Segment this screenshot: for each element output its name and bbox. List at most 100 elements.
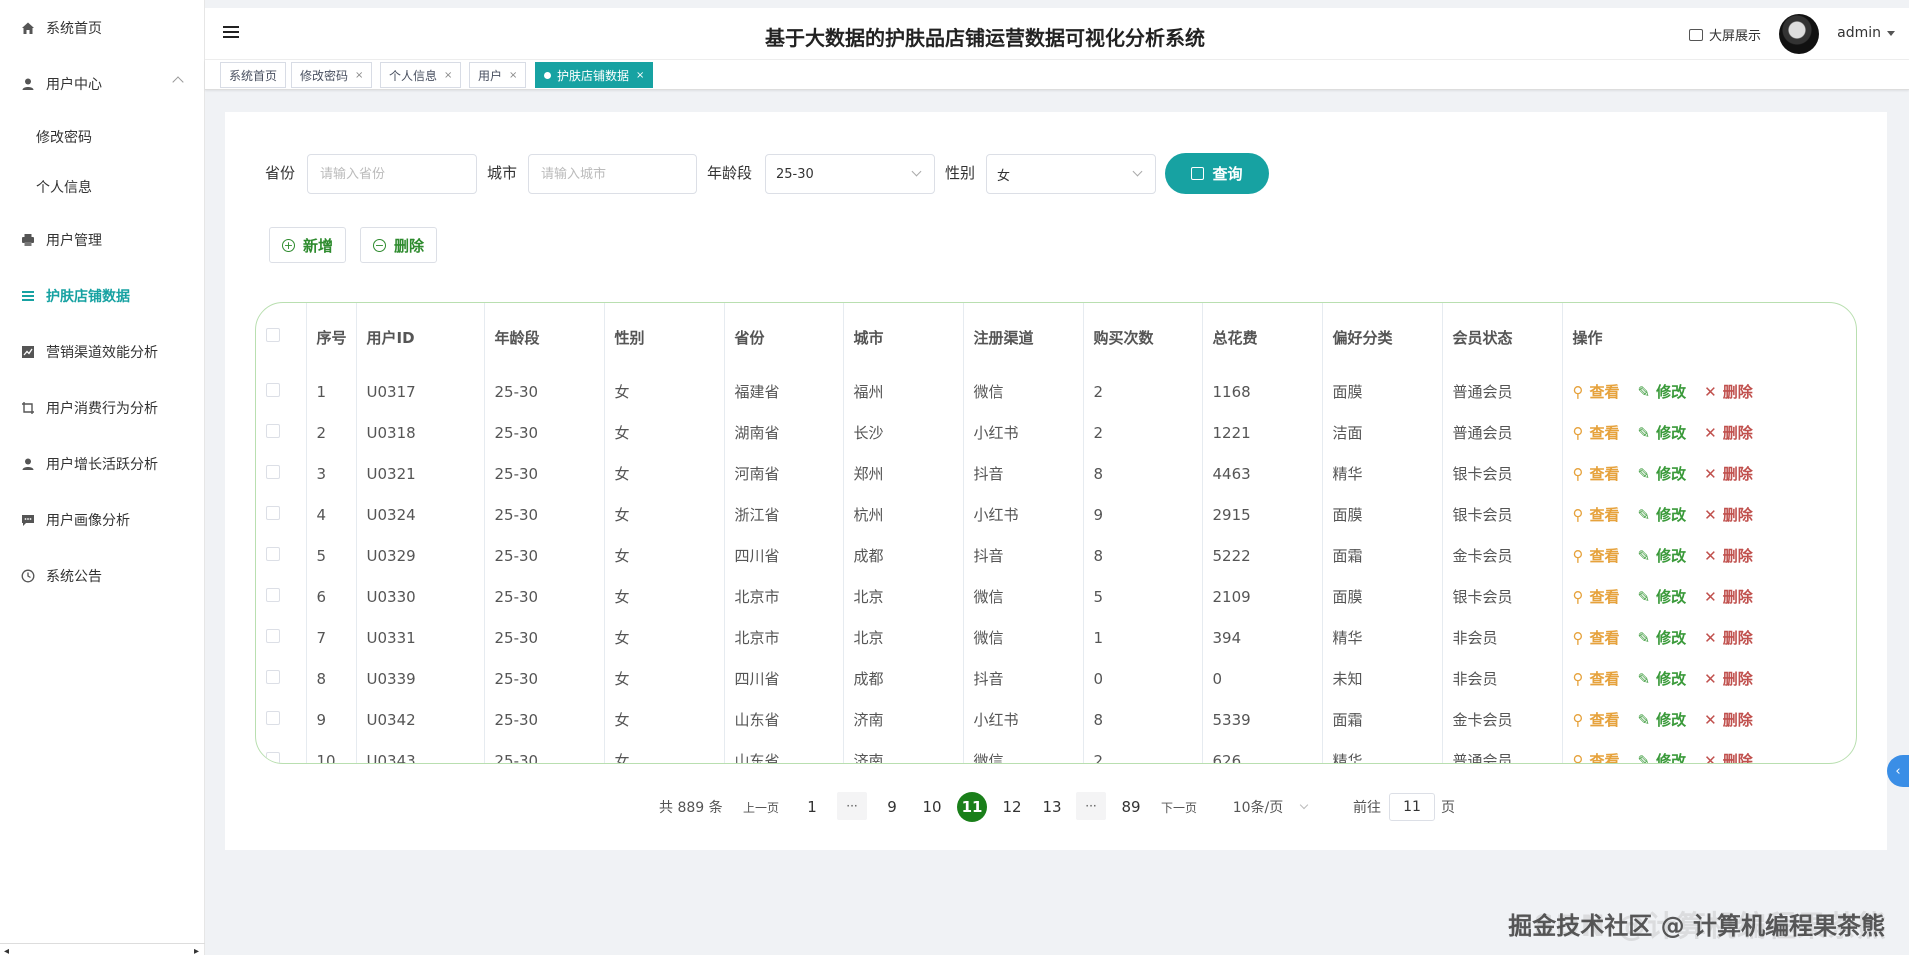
row-checkbox[interactable] [266, 669, 280, 684]
page-number-current[interactable]: 11 [957, 792, 987, 822]
delete-row-button[interactable]: ✕ 删除 [1704, 668, 1753, 689]
province-input[interactable] [307, 154, 477, 194]
page-jump-input[interactable] [1389, 793, 1435, 821]
city-input[interactable] [528, 154, 697, 194]
sidebar-item-personal-info[interactable]: 个人信息 [0, 162, 204, 212]
page-ellipsis-button[interactable]: ··· [1076, 792, 1106, 820]
row-select-cell[interactable] [256, 740, 307, 763]
row-select-cell[interactable] [256, 535, 307, 576]
sidebar-item-user-center[interactable]: 用户中心 [0, 56, 204, 112]
sidebar-scrollbar[interactable]: ◂ ▸ [0, 943, 205, 955]
row-checkbox[interactable] [266, 710, 280, 725]
view-button[interactable]: ⚲ 查看 [1573, 586, 1620, 607]
edit-button[interactable]: ✎ 修改 [1638, 627, 1687, 648]
delete-button[interactable]: − 删除 [360, 227, 438, 263]
close-icon[interactable]: × [444, 70, 452, 81]
row-checkbox[interactable] [266, 628, 280, 643]
tab-skincare-store-data[interactable]: 护肤店铺数据 × [535, 62, 654, 88]
sidebar-item-skincare-store-data[interactable]: 护肤店铺数据 [0, 268, 204, 324]
edit-button[interactable]: ✎ 修改 [1638, 668, 1687, 689]
edit-button[interactable]: ✎ 修改 [1638, 381, 1687, 402]
avatar[interactable] [1779, 14, 1819, 54]
scroll-left-icon[interactable]: ◂ [4, 946, 9, 955]
tab-personal-info[interactable]: 个人信息 × [380, 62, 462, 88]
select-all-checkbox[interactable] [266, 328, 280, 342]
sidebar-item-announcement[interactable]: 系统公告 [0, 548, 204, 604]
edit-button[interactable]: ✎ 修改 [1638, 586, 1687, 607]
row-select-cell[interactable] [256, 494, 307, 535]
edit-button[interactable]: ✎ 修改 [1638, 504, 1687, 525]
view-button[interactable]: ⚲ 查看 [1573, 422, 1620, 443]
page-number[interactable]: 10 [918, 792, 946, 822]
row-checkbox[interactable] [266, 587, 280, 602]
edit-button[interactable]: ✎ 修改 [1638, 545, 1687, 566]
view-button[interactable]: ⚲ 查看 [1573, 668, 1620, 689]
view-button[interactable]: ⚲ 查看 [1573, 504, 1620, 525]
delete-row-button[interactable]: ✕ 删除 [1704, 545, 1753, 566]
row-select-cell[interactable] [256, 576, 307, 617]
query-button[interactable]: 查询 [1165, 153, 1269, 194]
page-number[interactable]: 1 [798, 792, 826, 822]
caret-down-icon[interactable] [1887, 31, 1895, 36]
row-checkbox[interactable] [266, 751, 280, 763]
close-icon[interactable]: × [355, 70, 363, 81]
delete-row-button[interactable]: ✕ 删除 [1704, 422, 1753, 443]
tab-user[interactable]: 用户 × [469, 62, 527, 88]
prev-page-button[interactable]: 上一页 [743, 792, 779, 822]
edit-button[interactable]: ✎ 修改 [1638, 422, 1687, 443]
tab-home[interactable]: 系统首页 [220, 62, 287, 88]
delete-row-button[interactable]: ✕ 删除 [1704, 750, 1753, 764]
page-number[interactable]: 89 [1117, 792, 1145, 822]
next-page-button[interactable]: 下一页 [1161, 792, 1197, 822]
page-size-select[interactable]: 10条/页 [1225, 792, 1315, 822]
row-select-cell[interactable] [256, 453, 307, 494]
sidebar-item-user-growth[interactable]: 用户增长活跃分析 [0, 436, 204, 492]
delete-row-button[interactable]: ✕ 删除 [1704, 463, 1753, 484]
page-number[interactable]: 13 [1038, 792, 1066, 822]
tab-change-password[interactable]: 修改密码 × [291, 62, 373, 88]
view-button[interactable]: ⚲ 查看 [1573, 381, 1620, 402]
view-button[interactable]: ⚲ 查看 [1573, 463, 1620, 484]
username[interactable]: admin [1837, 25, 1881, 41]
row-select-cell[interactable] [256, 658, 307, 699]
close-icon[interactable]: × [636, 70, 644, 81]
delete-row-button[interactable]: ✕ 删除 [1704, 627, 1753, 648]
row-checkbox[interactable] [266, 382, 280, 397]
select-all-cell[interactable] [256, 303, 307, 371]
sidebar-item-user-management[interactable]: 用户管理 [0, 212, 204, 268]
edit-button[interactable]: ✎ 修改 [1638, 750, 1687, 764]
row-select-cell[interactable] [256, 371, 307, 412]
row-select-cell[interactable] [256, 412, 307, 453]
add-button[interactable]: + 新增 [269, 227, 347, 263]
view-button[interactable]: ⚲ 查看 [1573, 750, 1620, 764]
sidebar-item-marketing-channel[interactable]: 营销渠道效能分析 [0, 324, 204, 380]
edit-button[interactable]: ✎ 修改 [1638, 709, 1687, 730]
delete-row-button[interactable]: ✕ 删除 [1704, 586, 1753, 607]
view-button[interactable]: ⚲ 查看 [1573, 545, 1620, 566]
view-button[interactable]: ⚲ 查看 [1573, 627, 1620, 648]
view-button[interactable]: ⚲ 查看 [1573, 709, 1620, 730]
sidebar-item-user-portrait[interactable]: 用户画像分析 [0, 492, 204, 548]
gender-select[interactable]: 女 [986, 154, 1156, 194]
sidebar-item-consumption-behavior[interactable]: 用户消费行为分析 [0, 380, 204, 436]
sidebar-item-home[interactable]: 系统首页 [0, 0, 204, 56]
page-ellipsis-button[interactable]: ··· [837, 792, 867, 820]
edit-button[interactable]: ✎ 修改 [1638, 463, 1687, 484]
row-checkbox[interactable] [266, 423, 280, 438]
sidebar-item-change-password[interactable]: 修改密码 [0, 112, 204, 162]
scroll-right-icon[interactable]: ▸ [194, 946, 199, 955]
row-checkbox[interactable] [266, 464, 280, 479]
close-icon[interactable]: × [509, 70, 517, 81]
delete-row-button[interactable]: ✕ 删除 [1704, 709, 1753, 730]
delete-row-button[interactable]: ✕ 删除 [1704, 504, 1753, 525]
bigscreen-button[interactable]: 大屏展示 [1688, 25, 1761, 44]
row-select-cell[interactable] [256, 617, 307, 658]
row-checkbox[interactable] [266, 505, 280, 520]
collapse-panel-button[interactable]: ‹ [1887, 755, 1909, 787]
page-number[interactable]: 9 [878, 792, 906, 822]
row-checkbox[interactable] [266, 546, 280, 561]
row-select-cell[interactable] [256, 699, 307, 740]
page-number[interactable]: 12 [998, 792, 1026, 822]
age-select[interactable]: 25-30 [765, 154, 935, 194]
delete-row-button[interactable]: ✕ 删除 [1704, 381, 1753, 402]
